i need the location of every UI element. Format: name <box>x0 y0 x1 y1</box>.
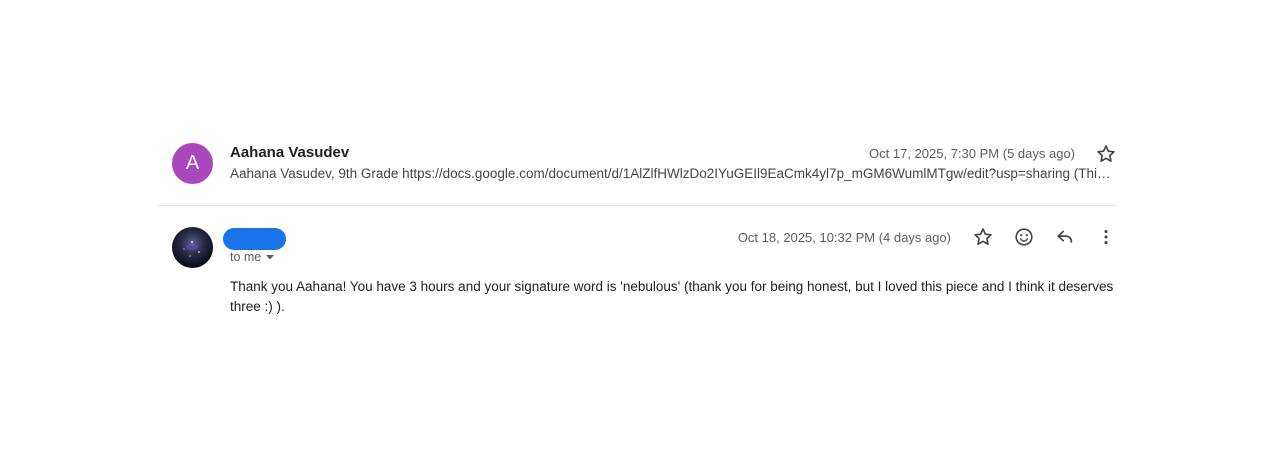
message-date: Oct 18, 2025, 10:32 PM (4 days ago) <box>737 230 951 245</box>
message-snippet: Aahana Vasudev, 9th Grade https://docs.g… <box>230 166 1116 181</box>
sender-name-redacted <box>223 228 286 250</box>
message-body: Thank you Aahana! You have 3 hours and y… <box>230 279 1114 314</box>
recipients-toggle[interactable]: to me <box>230 250 275 264</box>
email-thread: A Aahana Vasudev Oct 17, 2025, 7:30 PM (… <box>0 0 1280 465</box>
to-label: to me <box>230 250 262 264</box>
message-date: Oct 17, 2025, 7:30 PM (5 days ago) <box>869 146 1075 161</box>
divider <box>157 205 1117 206</box>
emoji-icon[interactable] <box>1012 225 1036 249</box>
sender-name: Aahana Vasudev <box>230 144 350 161</box>
avatar[interactable] <box>172 227 213 268</box>
message-collapsed[interactable]: A Aahana Vasudev Oct 17, 2025, 7:30 PM (… <box>0 0 1280 206</box>
caret-down-icon <box>265 252 275 262</box>
star-icon[interactable] <box>971 225 995 249</box>
more-vert-icon[interactable] <box>1094 225 1118 249</box>
avatar[interactable]: A <box>172 143 213 184</box>
reply-icon[interactable] <box>1053 225 1077 249</box>
star-icon[interactable] <box>1095 143 1117 165</box>
